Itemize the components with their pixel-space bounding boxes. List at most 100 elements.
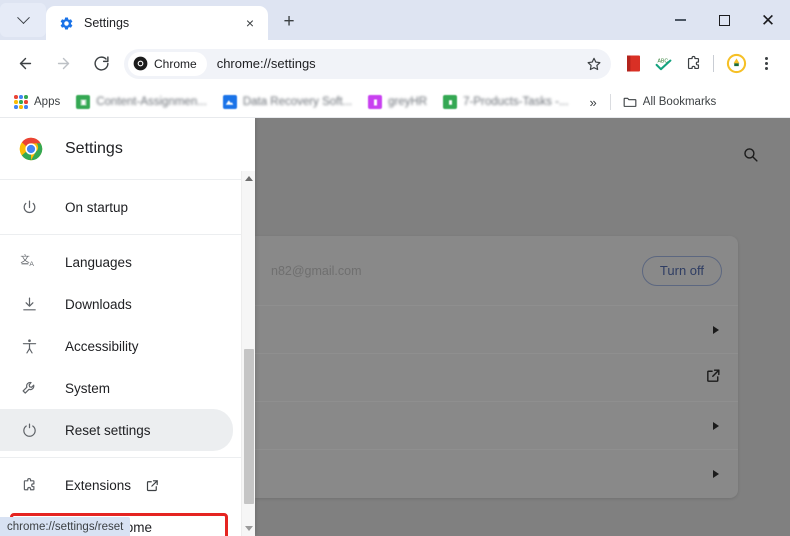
bookmark-item[interactable]: Content-Assignmen... <box>70 91 213 113</box>
reload-button[interactable] <box>86 49 116 79</box>
settings-sidebar: Settings On startup 文 A Languages Downlo… <box>0 118 255 536</box>
bookmark-apps-label: Apps <box>34 96 61 108</box>
minimize-button[interactable] <box>658 1 702 39</box>
settings-row-label: n82@gmail.com <box>271 263 362 278</box>
sidebar-item-label: On startup <box>65 199 129 215</box>
extension-red-icon[interactable] <box>619 50 647 78</box>
settings-row[interactable] <box>255 450 738 498</box>
sidebar-scrollbar[interactable] <box>241 171 255 536</box>
external-link-icon <box>705 367 722 389</box>
search-icon[interactable] <box>737 141 763 167</box>
bookmarks-overflow-button[interactable]: » <box>583 95 604 110</box>
bookmark-apps[interactable]: Apps <box>8 91 66 113</box>
settings-gear-icon <box>58 15 74 31</box>
chevron-down-icon <box>16 10 30 24</box>
chevron-right-icon <box>713 325 719 334</box>
maximize-button[interactable] <box>702 1 746 39</box>
settings-row[interactable] <box>255 354 738 402</box>
scroll-down-arrow[interactable] <box>242 521 256 536</box>
status-bar-url: chrome://settings/reset <box>7 520 124 533</box>
extensions-puzzle-icon[interactable] <box>679 50 707 78</box>
bookmarks-divider <box>609 94 611 110</box>
external-link-icon <box>145 478 160 493</box>
apps-grid-icon <box>14 95 28 109</box>
bookmark-favicon <box>76 95 91 109</box>
settings-row[interactable] <box>255 306 738 354</box>
bookmark-favicon <box>222 95 237 109</box>
scroll-up-arrow[interactable] <box>242 171 256 186</box>
scrollbar-thumb[interactable] <box>244 349 254 504</box>
omnibox-chrome-chip[interactable]: Chrome <box>128 51 207 76</box>
star-icon[interactable] <box>581 51 607 77</box>
bookmark-item[interactable]: Data Recovery Soft... <box>217 91 358 113</box>
bookmark-label: 7-Products-Tasks -... <box>463 96 569 108</box>
kebab-menu-icon[interactable] <box>752 50 780 78</box>
bookmark-label: Data Recovery Soft... <box>242 96 353 108</box>
page-body: n82@gmail.com Turn off Settings On start… <box>0 118 790 536</box>
puzzle-icon <box>19 475 39 495</box>
settings-row[interactable] <box>255 402 738 450</box>
chevron-right-icon <box>713 470 719 478</box>
all-bookmarks-button[interactable]: All Bookmarks <box>617 91 723 113</box>
bookmark-label: Content-Assignmen... <box>96 96 207 108</box>
browser-window: Settings × + ✕ Chrome chrome://settings … <box>0 0 790 536</box>
chrome-logo-icon <box>19 137 43 161</box>
sidebar-item-label: Reset settings <box>65 422 151 438</box>
window-controls: ✕ <box>658 0 790 40</box>
back-button[interactable] <box>10 49 40 79</box>
sidebar-list: On startup 文 A Languages Downloads Acces… <box>0 180 255 536</box>
new-tab-button[interactable]: + <box>274 7 304 37</box>
sidebar-item-accessibility[interactable]: Accessibility <box>0 325 233 367</box>
tab-strip: Settings × + ✕ <box>0 0 790 40</box>
bookmark-favicon <box>443 95 458 109</box>
toolbar-divider <box>713 55 714 72</box>
folder-icon <box>623 95 637 109</box>
sidebar-item-label: System <box>65 380 111 396</box>
sidebar-group: On startup <box>0 180 255 235</box>
extension-grammar-check-icon[interactable]: ABC <box>649 50 677 78</box>
all-bookmarks-label: All Bookmarks <box>642 96 717 108</box>
settings-card: n82@gmail.com Turn off <box>255 236 738 498</box>
sidebar-item-label: Languages <box>65 254 132 270</box>
translate-icon: 文 A <box>19 252 39 272</box>
profile-avatar[interactable] <box>722 50 750 78</box>
bookmark-item[interactable]: 7-Products-Tasks -... <box>437 91 574 113</box>
sidebar-item-reset-settings[interactable]: Reset settings <box>0 409 233 451</box>
url-text[interactable]: chrome://settings <box>217 56 581 71</box>
bookmark-favicon <box>368 95 383 109</box>
svg-text:A: A <box>29 261 34 268</box>
close-button[interactable]: ✕ <box>746 1 790 39</box>
forward-button[interactable] <box>48 49 78 79</box>
sidebar-item-system[interactable]: System <box>0 367 233 409</box>
sidebar-item-languages[interactable]: 文 A Languages <box>0 241 233 283</box>
accessibility-icon <box>19 336 39 356</box>
wrench-icon <box>19 378 39 398</box>
chevron-right-icon <box>713 421 719 430</box>
bookmark-label: greyHR <box>388 96 428 108</box>
download-icon <box>19 294 39 314</box>
bookmarks-bar: Apps Content-Assignmen... Data Recovery … <box>0 87 790 118</box>
settings-row-sync[interactable]: n82@gmail.com Turn off <box>255 236 738 306</box>
sidebar-item-label: Accessibility <box>65 338 139 354</box>
sidebar-item-downloads[interactable]: Downloads <box>0 283 233 325</box>
status-bar: chrome://settings/reset <box>0 517 131 536</box>
sidebar-group: 文 A Languages Downloads Accessibility Sy… <box>0 235 255 458</box>
sidebar-item-on-startup[interactable]: On startup <box>0 186 233 228</box>
bookmark-item[interactable]: greyHR <box>362 91 433 113</box>
sidebar-title: Settings <box>65 139 123 157</box>
sidebar-item-label: Downloads <box>65 296 132 312</box>
chrome-logo-icon <box>133 56 148 71</box>
sidebar-item-label: Extensions <box>65 477 132 493</box>
address-bar[interactable]: Chrome chrome://settings <box>124 48 611 79</box>
power-icon <box>19 197 39 217</box>
browser-tab-settings[interactable]: Settings × <box>46 6 268 40</box>
close-icon[interactable]: × <box>240 13 260 33</box>
omnibox-chip-label: Chrome <box>154 56 197 71</box>
sidebar-header: Settings <box>0 118 255 180</box>
tab-search-button[interactable] <box>0 3 46 37</box>
browser-toolbar: Chrome chrome://settings ABC <box>0 40 790 87</box>
reset-icon <box>19 420 39 440</box>
turn-off-button[interactable]: Turn off <box>641 255 722 286</box>
tab-title: Settings <box>84 16 130 30</box>
sidebar-item-extensions[interactable]: Extensions <box>0 464 233 506</box>
